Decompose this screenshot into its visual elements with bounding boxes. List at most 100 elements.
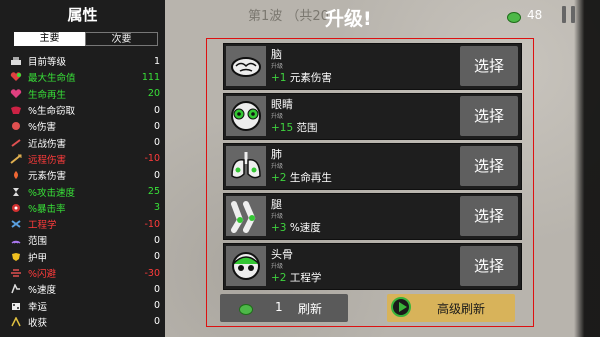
- stat-name: 远程伤害: [28, 154, 67, 166]
- stat-row: %伤害 0: [10, 118, 160, 134]
- upgrade-effect: +2 工程学: [271, 270, 321, 285]
- upgrade-effect: +3 %速度: [271, 220, 321, 235]
- pause-icon-right: [571, 6, 575, 23]
- lungs-icon: [226, 146, 266, 186]
- upgrade-card: 脑升级 +1 元素伤害 选择: [223, 43, 522, 90]
- effect-stat: 范围: [296, 122, 318, 134]
- stats-panel: 属性 主要 次要 目前等级 1 最大生命值 111 生命再生 20 %生命窃取 0 %伤害 0 近战…: [0, 0, 165, 337]
- upgrade-effect: +15 范围: [271, 120, 318, 135]
- harvest-icon: [10, 316, 22, 327]
- screen-edge-shadow: [574, 0, 600, 337]
- stat-value: 0: [153, 104, 160, 116]
- level-icon: [10, 56, 22, 66]
- stat-value: 1: [153, 55, 160, 67]
- upgrade-panel: 1 刷新 高级刷新 脑升级 +1 元素伤害 选择 眼睛 升级 +15 范围 选择肺升级 +2 …: [206, 38, 534, 327]
- upgrade-card: 头骨升级 +2 工程学 选择: [223, 243, 522, 290]
- stat-name: 范围: [28, 236, 48, 248]
- stat-row: %生命窃取 0: [10, 102, 160, 118]
- stat-name: 收获: [28, 317, 48, 329]
- pause-button[interactable]: [562, 6, 578, 24]
- stat-row: 近战伤害 0: [10, 134, 160, 150]
- attack-speed-icon: [10, 187, 22, 197]
- advanced-reroll-label: 高级刷新: [437, 302, 486, 316]
- upgrade-effect: +1 元素伤害: [271, 70, 332, 85]
- stat-name: 元素伤害: [28, 171, 67, 183]
- stat-name: 生命再生: [28, 89, 67, 101]
- stat-value: -10: [144, 153, 160, 165]
- stat-value: 0: [153, 251, 160, 263]
- stat-row: 收获 0: [10, 314, 160, 330]
- upgrade-name: 头骨: [271, 248, 293, 261]
- stat-name: %速度: [28, 285, 57, 297]
- stat-row: 幸运 0: [10, 297, 160, 313]
- stat-value: 0: [153, 169, 160, 181]
- reroll-cost: 1: [275, 300, 283, 314]
- stat-value: 111: [141, 71, 160, 83]
- choose-button[interactable]: 选择: [460, 146, 518, 186]
- effect-stat: 工程学: [289, 272, 322, 284]
- choose-button[interactable]: 选择: [460, 46, 518, 86]
- upgrade-card: 肺升级 +2 生命再生 选择: [223, 143, 522, 190]
- choose-button[interactable]: 选择: [460, 96, 518, 136]
- stat-name: 目前等级: [28, 57, 67, 69]
- luck-icon: [10, 301, 22, 311]
- skull-icon: [226, 246, 266, 286]
- stat-row: 远程伤害 -10: [10, 151, 160, 167]
- melee-icon: [10, 138, 22, 148]
- upgrade-name: 脑: [271, 48, 282, 61]
- effect-amount: +15: [271, 122, 294, 134]
- stat-row: 范围 0: [10, 232, 160, 248]
- upgrade-name: 肺: [271, 148, 282, 161]
- stat-name: %伤害: [28, 122, 57, 134]
- play-ad-icon: [391, 297, 411, 317]
- stat-name: %攻击速度: [28, 187, 76, 199]
- legs-icon: [226, 196, 266, 236]
- stats-title-label: 属性: [67, 6, 98, 24]
- material-icon: [239, 304, 253, 315]
- stat-name: 幸运: [28, 301, 48, 313]
- effect-amount: +1: [271, 72, 287, 84]
- stat-name: %暴击率: [28, 203, 66, 215]
- damage-icon: [10, 121, 22, 131]
- upgrade-card: 眼睛 升级 +15 范围 选择: [223, 93, 522, 140]
- stat-value: 25: [147, 186, 160, 198]
- lifesteal-icon: [10, 105, 22, 115]
- stat-value: 0: [153, 137, 160, 149]
- stat-row: %闪避 -30: [10, 265, 160, 281]
- stat-name: 工程学: [28, 220, 57, 232]
- upgrade-card: 腿升级 +3 %速度 选择: [223, 193, 522, 240]
- stat-list: 目前等级 1 最大生命值 111 生命再生 20 %生命窃取 0 %伤害 0 近战伤害 0 远程伤害 -1…: [10, 53, 160, 330]
- upgrade-tier: 升级: [271, 63, 284, 70]
- speed-icon: [10, 283, 22, 294]
- elemental-icon: [10, 170, 22, 180]
- stat-row: 最大生命值 111: [10, 69, 160, 85]
- stat-row: 目前等级 1: [10, 53, 160, 69]
- stat-row: 元素伤害 0: [10, 167, 160, 183]
- effect-amount: +2: [271, 172, 287, 184]
- eyes-icon: [226, 96, 266, 136]
- advanced-reroll-button[interactable]: 高级刷新: [387, 294, 515, 322]
- range-icon: [10, 235, 22, 245]
- stat-row: %暴击率 3: [10, 200, 160, 216]
- upgrade-tier: 升级: [271, 113, 284, 120]
- upgrade-effect: +2 生命再生: [271, 170, 332, 185]
- material-count: 48: [527, 8, 543, 22]
- upgrade-tier: 升级: [271, 213, 284, 220]
- reroll-button[interactable]: 1 刷新: [220, 294, 348, 322]
- tab-primary[interactable]: 主要: [14, 32, 85, 46]
- stat-value: 3: [153, 202, 160, 214]
- stat-row: %攻击速度 25: [10, 183, 160, 199]
- reroll-label: 刷新: [298, 302, 323, 316]
- stat-name: 最大生命值: [28, 73, 76, 85]
- upgrade-name: 腿: [271, 198, 282, 211]
- tab-secondary[interactable]: 次要: [85, 32, 158, 46]
- stat-row: 工程学 -10: [10, 216, 160, 232]
- stat-name: %生命窃取: [28, 106, 76, 118]
- stat-value: 0: [153, 120, 160, 132]
- choose-button[interactable]: 选择: [460, 196, 518, 236]
- effect-stat: 生命再生: [289, 172, 332, 184]
- stat-value: 0: [153, 300, 160, 312]
- choose-button[interactable]: 选择: [460, 246, 518, 286]
- upgrade-tier: 升级: [271, 263, 284, 270]
- pause-icon-left: [562, 6, 566, 23]
